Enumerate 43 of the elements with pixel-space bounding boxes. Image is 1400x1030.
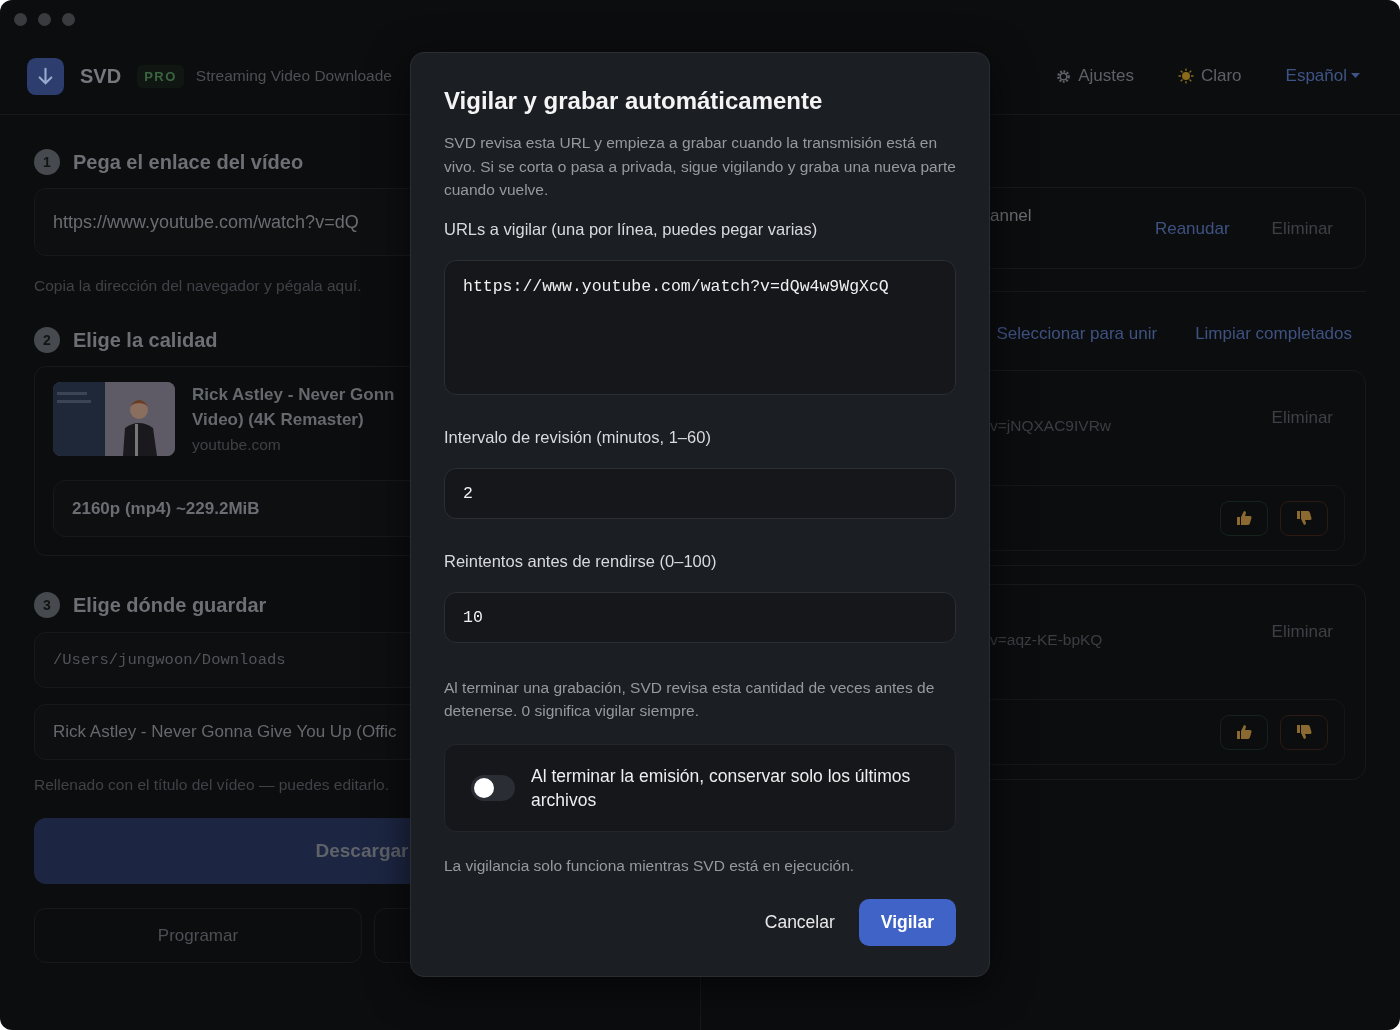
url-hint: Copia la dirección del navegador y pégala aquí.	[34, 277, 362, 295]
thumbs-up-button[interactable]	[1220, 714, 1268, 750]
interval-label: Intervalo de revisión (minutos, 1–60)	[444, 427, 712, 447]
toggle-label: Al terminar la emisión, conservar solo los últimos archivos	[531, 764, 912, 812]
thumbs-down-button[interactable]	[1280, 500, 1328, 536]
thumbs-up-icon	[1235, 723, 1253, 741]
watch-button[interactable]: Vigilar	[858, 899, 956, 946]
settings-icon	[1056, 68, 1072, 84]
thumbs-down-icon	[1295, 723, 1313, 741]
retries-label: Reintentos antes de rendirse (0–100)	[444, 551, 718, 571]
toolbar-link[interactable]: Limpiar completados	[1195, 324, 1352, 344]
video-title: Rick Astley - Never Gonn	[192, 384, 395, 406]
theme-button[interactable]: Claro	[1177, 66, 1242, 86]
thumbs-down-button[interactable]	[1280, 714, 1328, 750]
queue-item-title: annel	[990, 206, 1032, 226]
app-name: SVD	[80, 64, 122, 88]
caret-icon	[1351, 73, 1360, 79]
video-title: Video) (4K Remaster)	[192, 409, 365, 431]
pro-badge: PRO	[137, 64, 184, 88]
language-dropdown[interactable]: Español	[1285, 66, 1360, 86]
filename-hint: Rellenado con el título del vídeo — puedes editarlo.	[34, 776, 389, 794]
schedule-button[interactable]: Programar	[34, 908, 362, 963]
dialog-title: Vigilar y grabar automáticamente	[444, 87, 824, 115]
resume-link[interactable]: Reanudar	[1154, 219, 1230, 239]
urls-textarea[interactable]: https://www.youtube.com/watch?v=dQw4w9WgXcQ	[444, 259, 956, 395]
toolbar-link[interactable]: Seleccionar para unir	[996, 324, 1158, 344]
interval-input[interactable]: 2	[444, 467, 956, 519]
cancel-button[interactable]: Cancelar	[754, 899, 845, 946]
thumbs-up-button[interactable]	[1220, 500, 1268, 536]
thumbs-down-icon	[1295, 509, 1313, 527]
retries-input[interactable]: 10	[444, 591, 956, 643]
settings-button[interactable]: Ajustes	[1056, 66, 1134, 86]
download-logo-icon	[27, 57, 64, 95]
step-number: 3	[34, 592, 60, 618]
step-number: 1	[34, 149, 60, 175]
toggle-switch[interactable]	[471, 774, 515, 801]
thumbs-up-icon	[1235, 509, 1253, 527]
step-number: 2	[34, 327, 60, 353]
sun-icon	[1177, 68, 1194, 84]
step-title: Pega el enlace del vídeo	[73, 150, 304, 174]
step-title: Elige la calidad	[73, 328, 218, 352]
step-title: Elige dónde guardar	[73, 593, 267, 617]
app-subtitle: Streaming Video Downloade	[195, 67, 392, 85]
